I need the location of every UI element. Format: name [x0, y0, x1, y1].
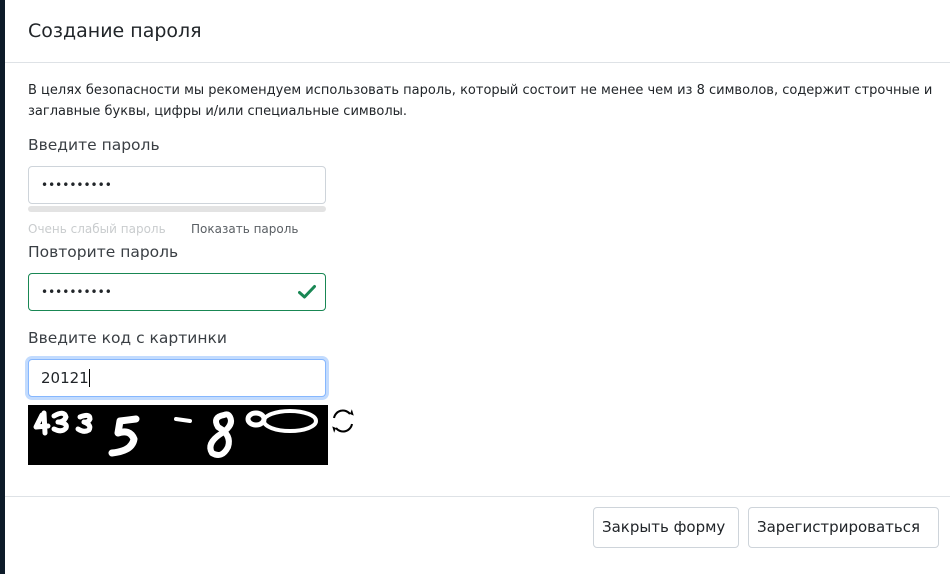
repeat-password-label: Повторите пароль — [28, 243, 179, 261]
modal-footer: Закрыть форму Зарегистрироваться — [5, 496, 950, 574]
close-form-button[interactable]: Закрыть форму — [593, 507, 739, 548]
text-caret — [88, 369, 90, 387]
check-icon — [298, 285, 316, 299]
password-label: Введите пароль — [28, 136, 160, 154]
captcha-digits — [33, 409, 318, 458]
password-value: •••••••••• — [41, 178, 112, 192]
captcha-input-value: 20121 — [41, 369, 89, 387]
password-strength-text: Очень слабый пароль — [28, 222, 166, 236]
captcha-input[interactable]: 20121 — [28, 359, 326, 397]
password-strength-bar — [28, 206, 326, 212]
repeat-password-value: •••••••••• — [41, 285, 112, 299]
password-input[interactable]: •••••••••• — [28, 166, 326, 204]
modal-header: Создание пароля — [5, 0, 950, 63]
refresh-icon[interactable] — [328, 406, 358, 436]
show-password-link[interactable]: Показать пароль — [191, 221, 298, 237]
repeat-password-input[interactable]: •••••••••• — [28, 273, 326, 311]
register-button[interactable]: Зарегистрироваться — [748, 507, 939, 548]
captcha-image — [28, 405, 328, 465]
security-recommendation: В целях безопасности мы рекомендуем испо… — [28, 83, 933, 119]
modal-title: Создание пароля — [28, 20, 202, 42]
password-modal: Создание пароля В целях безопасности мы … — [5, 0, 950, 574]
captcha-label: Введите код с картинки — [28, 329, 227, 347]
